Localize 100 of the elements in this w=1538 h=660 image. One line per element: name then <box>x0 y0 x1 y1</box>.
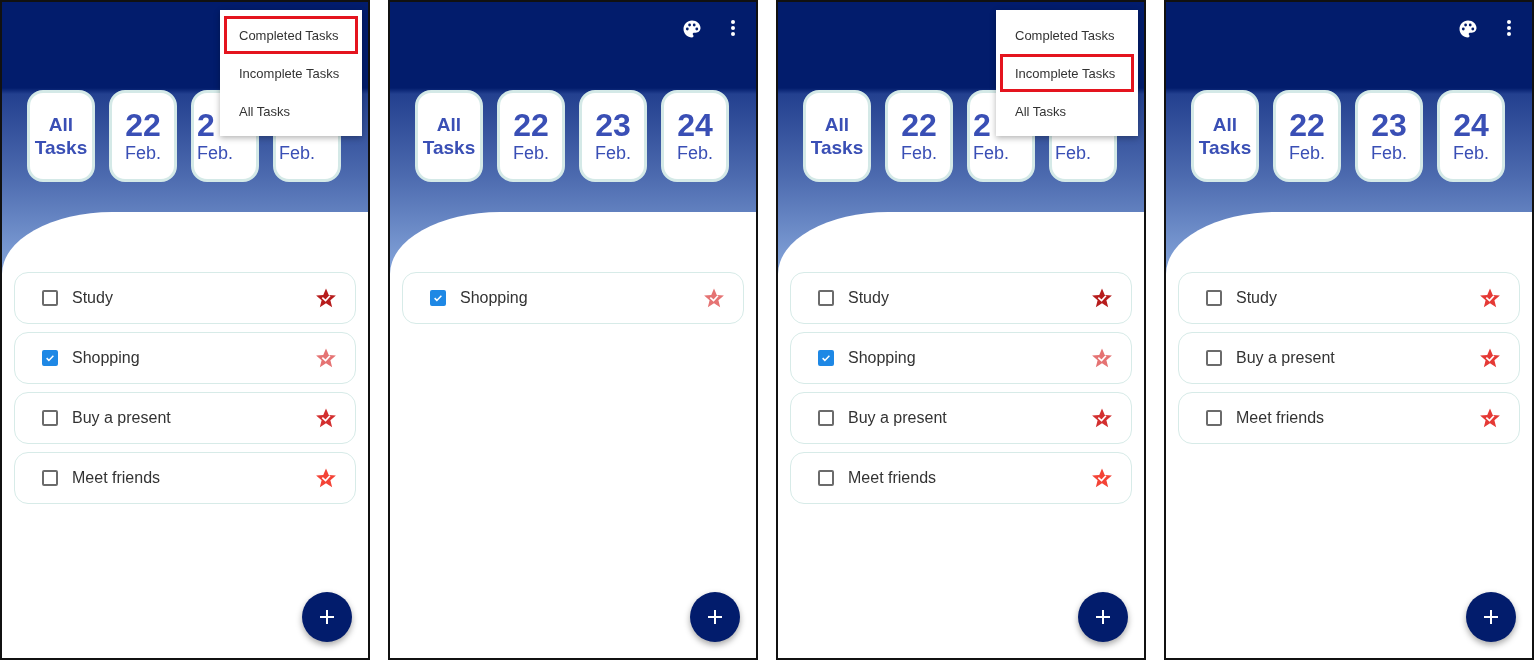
filter-card[interactable]: 23 Feb. <box>579 90 647 182</box>
task-item[interactable]: Meet friends <box>1178 392 1520 444</box>
star-icon[interactable] <box>703 287 725 309</box>
checkbox[interactable] <box>42 470 58 486</box>
plus-icon <box>1483 609 1499 625</box>
star-icon[interactable] <box>1091 287 1113 309</box>
add-button[interactable] <box>690 592 740 642</box>
task-title: Shopping <box>460 289 529 307</box>
filter-card[interactable]: 24 Feb. <box>1437 90 1505 182</box>
task-title: Buy a present <box>72 409 172 427</box>
filter-card[interactable]: 22 Feb. <box>885 90 953 182</box>
date-month: Feb. <box>595 142 631 164</box>
checkbox[interactable] <box>430 290 446 306</box>
star-icon[interactable] <box>1479 287 1501 309</box>
star-icon[interactable] <box>315 347 337 369</box>
more-options-icon[interactable] <box>1506 19 1512 37</box>
add-button[interactable] <box>302 592 352 642</box>
date-day: 22 <box>1289 108 1325 142</box>
checkbox[interactable] <box>42 290 58 306</box>
star-icon[interactable] <box>1091 407 1113 429</box>
checkbox[interactable] <box>42 350 58 366</box>
star-icon[interactable] <box>1091 467 1113 489</box>
task-title: Buy a present <box>1236 349 1336 367</box>
task-item[interactable]: Study <box>14 272 356 324</box>
task-title: Study <box>72 289 114 307</box>
checkbox[interactable] <box>1206 410 1222 426</box>
filter-card[interactable]: 22 Feb. <box>497 90 565 182</box>
filter-label: All Tasks <box>809 113 865 159</box>
date-month: Feb. <box>1055 142 1092 164</box>
task-item[interactable]: Study <box>1178 272 1520 324</box>
date-day: 22 <box>125 108 161 142</box>
checkbox[interactable] <box>818 290 834 306</box>
star-icon[interactable] <box>1479 347 1501 369</box>
date-month: Feb. <box>1289 142 1325 164</box>
task-item[interactable]: Meet friends <box>790 452 1132 504</box>
task-item[interactable]: Buy a present <box>1178 332 1520 384</box>
star-icon[interactable] <box>1479 407 1501 429</box>
checkbox[interactable] <box>1206 290 1222 306</box>
plus-icon <box>707 609 723 625</box>
more-options-icon[interactable] <box>730 19 736 37</box>
filter-label: All Tasks <box>1197 113 1253 159</box>
task-item[interactable]: Buy a present <box>790 392 1132 444</box>
add-button[interactable] <box>1078 592 1128 642</box>
star-icon[interactable] <box>1091 347 1113 369</box>
task-item[interactable]: Shopping <box>402 272 744 324</box>
date-month: Feb. <box>1453 142 1489 164</box>
date-month: Feb. <box>1371 142 1407 164</box>
filter-card[interactable]: 23 Feb. <box>1355 90 1423 182</box>
task-item[interactable]: Study <box>790 272 1132 324</box>
date-month: Feb. <box>901 142 937 164</box>
date-month: Feb. <box>677 142 713 164</box>
date-day: 2 <box>197 108 215 142</box>
date-month: Feb. <box>973 142 1010 164</box>
menu-item[interactable]: Incomplete Tasks <box>224 54 358 92</box>
task-item[interactable]: Shopping <box>790 332 1132 384</box>
palette-icon[interactable] <box>1458 19 1478 39</box>
star-icon[interactable] <box>315 467 337 489</box>
task-item[interactable]: Meet friends <box>14 452 356 504</box>
plus-icon <box>1095 609 1111 625</box>
date-day: 23 <box>1371 108 1407 142</box>
filter-card[interactable]: All Tasks <box>1191 90 1259 182</box>
date-month: Feb. <box>513 142 549 164</box>
filter-card[interactable]: 22 Feb. <box>109 90 177 182</box>
menu-item[interactable]: Completed Tasks <box>1000 16 1134 54</box>
filter-card[interactable]: All Tasks <box>27 90 95 182</box>
date-day: 24 <box>677 108 713 142</box>
star-icon[interactable] <box>315 407 337 429</box>
checkbox[interactable] <box>1206 350 1222 366</box>
date-day: 2 <box>973 108 991 142</box>
date-month: Feb. <box>125 142 161 164</box>
task-title: Meet friends <box>72 469 162 487</box>
task-item[interactable]: Buy a present <box>14 392 356 444</box>
task-title: Buy a present <box>848 409 948 427</box>
filter-label: All Tasks <box>33 113 89 159</box>
task-title: Meet friends <box>1236 409 1326 427</box>
filter-label: All Tasks <box>421 113 477 159</box>
date-month: Feb. <box>279 142 316 164</box>
date-month: Feb. <box>197 142 234 164</box>
checkbox[interactable] <box>42 410 58 426</box>
menu-item[interactable]: Completed Tasks <box>224 16 358 54</box>
filter-card[interactable]: 24 Feb. <box>661 90 729 182</box>
filter-card[interactable]: 22 Feb. <box>1273 90 1341 182</box>
task-title: Study <box>1236 289 1278 307</box>
add-button[interactable] <box>1466 592 1516 642</box>
date-day: 22 <box>901 108 937 142</box>
date-day: 23 <box>595 108 631 142</box>
task-title: Shopping <box>72 349 141 367</box>
date-day: 22 <box>513 108 549 142</box>
palette-icon[interactable] <box>682 19 702 39</box>
filter-card[interactable]: All Tasks <box>803 90 871 182</box>
checkbox[interactable] <box>818 470 834 486</box>
filter-card[interactable]: All Tasks <box>415 90 483 182</box>
star-icon[interactable] <box>315 287 337 309</box>
plus-icon <box>319 609 335 625</box>
date-day: 24 <box>1453 108 1489 142</box>
task-item[interactable]: Shopping <box>14 332 356 384</box>
task-title: Shopping <box>848 349 917 367</box>
checkbox[interactable] <box>818 410 834 426</box>
menu-item[interactable]: Incomplete Tasks <box>1000 54 1134 92</box>
checkbox[interactable] <box>818 350 834 366</box>
